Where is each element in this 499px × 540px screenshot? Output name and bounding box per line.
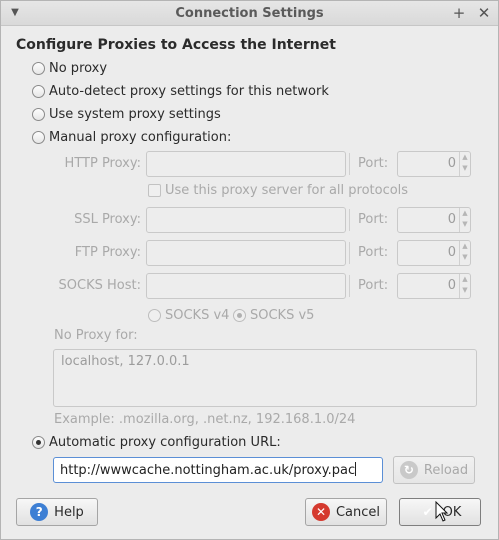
- cancel-button[interactable]: ✕ Cancel: [305, 498, 387, 526]
- close-icon[interactable]: ✕: [474, 3, 494, 23]
- cancel-icon: ✕: [311, 503, 330, 521]
- mouse-pointer-icon: [435, 501, 449, 522]
- ftp-proxy-label: FTP Proxy:: [74, 245, 141, 260]
- spin-arrows-icon[interactable]: ▲ ▼: [459, 274, 470, 298]
- maximize-icon[interactable]: +: [449, 3, 469, 23]
- radio-button[interactable]: [148, 308, 161, 322]
- radio-manual-proxy[interactable]: Manual proxy configuration:: [32, 128, 231, 146]
- spin-arrows-icon[interactable]: ▲ ▼: [459, 208, 470, 232]
- radio-button[interactable]: [32, 61, 45, 75]
- radio-button[interactable]: [32, 130, 45, 144]
- no-proxy-example: Example: .mozilla.org, .net.nz, 192.168.…: [54, 412, 356, 427]
- radio-label: Manual proxy configuration:: [49, 129, 232, 145]
- radio-socks-v4[interactable]: SOCKS v4: [148, 306, 229, 324]
- section-heading: Configure Proxies to Access the Internet: [16, 37, 336, 53]
- http-port-stepper[interactable]: 0 ▲ ▼: [397, 151, 471, 177]
- socks-port-label: Port:: [349, 275, 388, 297]
- reload-icon: ↻: [399, 461, 418, 479]
- spin-arrows-icon[interactable]: ▲ ▼: [459, 152, 470, 176]
- ftp-port-stepper[interactable]: 0 ▲ ▼: [397, 240, 471, 266]
- ssl-port-label: Port:: [349, 209, 388, 231]
- same-proxy-label: Use this proxy server for all protocols: [165, 183, 409, 198]
- checkmark-icon: ✔: [422, 505, 433, 519]
- radio-label: Auto-detect proxy settings for this netw…: [49, 83, 329, 99]
- radio-automatic-url[interactable]: Automatic proxy configuration URL:: [32, 433, 281, 451]
- spin-arrows-icon[interactable]: ▲ ▼: [459, 241, 470, 265]
- help-button[interactable]: ? Help: [16, 498, 98, 526]
- help-icon: ?: [30, 503, 49, 521]
- no-proxy-textarea[interactable]: localhost, 127.0.0.1: [53, 349, 477, 407]
- ftp-port-value: 0: [447, 245, 456, 260]
- radio-socks-v5[interactable]: SOCKS v5: [233, 306, 314, 324]
- same-proxy-checkbox-row[interactable]: Use this proxy server for all protocols: [148, 183, 408, 198]
- socks-v5-label: SOCKS v5: [250, 307, 315, 323]
- radio-label: Automatic proxy configuration URL:: [49, 434, 281, 450]
- pac-url-value: http://wwwcache.nottingham.ac.uk/proxy.p…: [60, 463, 356, 478]
- window-title: Connection Settings: [175, 6, 324, 21]
- ftp-port-label: Port:: [349, 242, 388, 264]
- reload-button[interactable]: ↻ Reload: [393, 456, 475, 484]
- reload-label: Reload: [423, 462, 469, 478]
- pac-url-input[interactable]: http://wwwcache.nottingham.ac.uk/proxy.p…: [53, 457, 383, 483]
- cancel-label: Cancel: [335, 504, 381, 520]
- same-proxy-checkbox[interactable]: [148, 184, 161, 197]
- ssl-port-stepper[interactable]: 0 ▲ ▼: [397, 207, 471, 233]
- radio-no-proxy[interactable]: No proxy: [32, 59, 107, 77]
- ssl-proxy-input[interactable]: [146, 207, 346, 233]
- socks-port-value: 0: [447, 278, 456, 293]
- radio-button[interactable]: [32, 435, 45, 449]
- radio-auto-detect[interactable]: Auto-detect proxy settings for this netw…: [32, 82, 329, 100]
- socks-port-stepper[interactable]: 0 ▲ ▼: [397, 273, 471, 299]
- radio-button[interactable]: [32, 84, 45, 98]
- radio-label: Use system proxy settings: [49, 106, 221, 122]
- radio-label: No proxy: [49, 60, 108, 76]
- help-label: Help: [54, 504, 84, 520]
- radio-button[interactable]: [32, 107, 45, 121]
- ftp-proxy-input[interactable]: [146, 240, 346, 266]
- no-proxy-label: No Proxy for:: [54, 328, 138, 343]
- radio-system-proxy[interactable]: Use system proxy settings: [32, 105, 221, 123]
- socks-host-label: SOCKS Host:: [58, 278, 141, 293]
- radio-button[interactable]: [233, 308, 246, 322]
- text-caret: [355, 462, 357, 476]
- http-port-value: 0: [447, 156, 456, 171]
- socks-v4-label: SOCKS v4: [165, 307, 230, 323]
- title-bar: ▼ Connection Settings + ✕: [1, 1, 498, 26]
- http-proxy-label: HTTP Proxy:: [64, 156, 141, 171]
- ssl-proxy-label: SSL Proxy:: [74, 212, 141, 227]
- http-proxy-input[interactable]: [146, 151, 346, 177]
- connection-settings-dialog: ▼ Connection Settings + ✕ Configure Prox…: [0, 0, 499, 540]
- socks-host-input[interactable]: [146, 273, 346, 299]
- ssl-port-value: 0: [447, 212, 456, 227]
- http-port-label: Port:: [349, 153, 388, 175]
